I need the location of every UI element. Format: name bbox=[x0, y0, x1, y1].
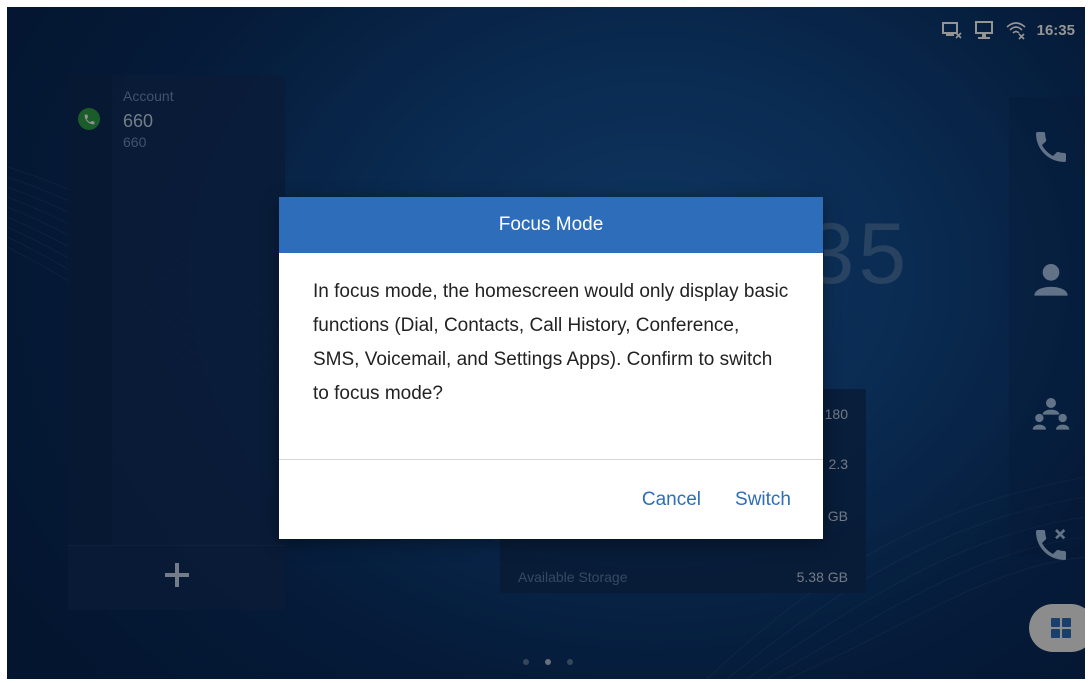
dialog-message: In focus mode, the homescreen would only… bbox=[313, 281, 789, 404]
dialog-divider bbox=[279, 459, 823, 460]
dialog-title: Focus Mode bbox=[279, 197, 823, 253]
focus-mode-dialog: Focus Mode In focus mode, the homescreen… bbox=[279, 197, 823, 539]
dialog-actions: Cancel Switch bbox=[642, 461, 823, 539]
homescreen: 16:35 Account 660 660 16:35 180 2.3 GB bbox=[7, 7, 1085, 679]
switch-button[interactable]: Switch bbox=[735, 489, 791, 511]
cancel-button[interactable]: Cancel bbox=[642, 489, 701, 511]
